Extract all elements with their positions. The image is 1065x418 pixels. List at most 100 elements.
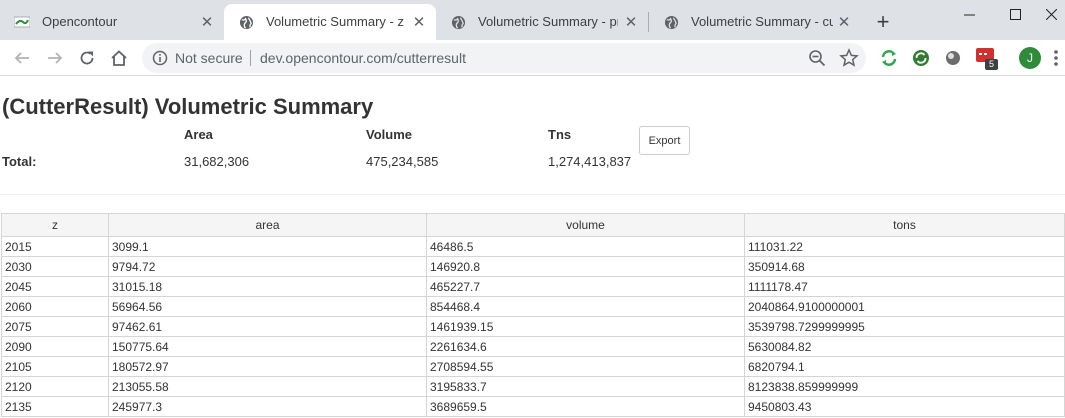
cell-tons: 9450803.43 (744, 396, 1065, 417)
cell-area: 9794.72 (108, 256, 427, 277)
reload-icon (80, 51, 94, 65)
refresh-extension-icon[interactable] (912, 49, 930, 67)
bookmark-star-icon[interactable] (839, 48, 859, 68)
table-row: 2030 9794.72 146920.8 350914.68 (1, 256, 1065, 277)
table-row: 2075 97462.61 1461939.15 3539798.7299999995 (1, 316, 1065, 337)
opencontour-logo-icon (14, 14, 30, 30)
back-button[interactable] (10, 46, 34, 70)
home-icon (111, 50, 127, 66)
cell-tons: 8123838.859999999 (744, 376, 1065, 397)
summary-total-area: 31,682,306 (184, 154, 250, 169)
globe-icon (663, 14, 679, 30)
summary-header-tns: Tns (548, 127, 572, 142)
cell-z: 2030 (1, 256, 109, 277)
cell-area: 245977.3 (108, 396, 427, 417)
reload-button[interactable] (75, 46, 99, 70)
table-row: 2045 31015.18 465227.7 1111178.47 (1, 276, 1065, 297)
cell-volume: 3689659.5 (426, 396, 745, 417)
cell-volume: 465227.7 (426, 276, 745, 297)
export-button[interactable]: Export (639, 126, 690, 155)
tab-title: Volumetric Summary - pn (478, 14, 618, 29)
extension-with-badge[interactable]: 5 (976, 47, 998, 70)
summary-total-tns: 1,274,413,837 (548, 154, 632, 169)
cell-volume: 46486.5 (426, 236, 745, 257)
back-arrow-icon (14, 52, 29, 64)
zoom-out-icon[interactable] (808, 49, 826, 67)
summary-total-label: Total: (2, 154, 37, 169)
cell-area: 3099.1 (108, 236, 427, 257)
cell-tons: 6820794.1 (744, 356, 1065, 377)
circle-extension-icon[interactable] (944, 49, 962, 67)
cell-z: 2105 (1, 356, 109, 377)
cell-volume: 3195833.7 (426, 376, 745, 397)
cell-tons: 2040864.9100000001 (744, 296, 1065, 317)
globe-icon (450, 14, 466, 30)
profile-avatar[interactable]: J (1019, 47, 1041, 69)
new-tab-button[interactable]: + (872, 9, 894, 34)
sync-extension-icon[interactable] (880, 49, 898, 67)
tab-volumetric-summary-pn[interactable]: Volumetric Summary - pn ✕ (436, 4, 648, 40)
close-icon[interactable]: ✕ (622, 13, 640, 31)
cell-volume: 854468.4 (426, 296, 745, 317)
menu-kebab-icon[interactable] (1050, 48, 1062, 68)
tab-opencontour[interactable]: Opencontour ✕ (0, 4, 222, 40)
browser-toolbar: Not secure dev.opencontour.com/cutterres… (0, 40, 1065, 76)
minimize-icon (963, 14, 975, 15)
tab-volumetric-summary-z[interactable]: Volumetric Summary - z ✕ (224, 4, 436, 40)
maximize-button[interactable] (992, 0, 1038, 28)
summary-total-volume: 475,234,585 (366, 154, 439, 169)
cell-volume: 2261634.6 (426, 336, 745, 357)
forward-arrow-icon (48, 52, 63, 64)
table-header-row: z area volume tons (1, 213, 1065, 237)
cell-tons: 111031.22 (744, 236, 1065, 257)
address-bar[interactable]: Not secure dev.opencontour.com/cutterres… (142, 43, 866, 73)
cell-z: 2075 (1, 316, 109, 337)
section-divider (0, 194, 1065, 195)
cell-volume: 146920.8 (426, 256, 745, 277)
forward-button[interactable] (43, 46, 67, 70)
close-icon[interactable]: ✕ (198, 13, 216, 31)
cell-z: 2060 (1, 296, 109, 317)
column-header-area[interactable]: area (108, 213, 427, 237)
table-row: 2060 56964.56 854468.4 2040864.9100000001 (1, 296, 1065, 317)
tab-volumetric-summary-cut[interactable]: Volumetric Summary - cut_f ✕ (649, 4, 861, 40)
results-table: z area volume tons 2015 3099.1 46486.5 1110… (1, 213, 1065, 417)
security-label[interactable]: Not secure (175, 50, 243, 66)
close-icon (1046, 8, 1057, 20)
cell-z: 2015 (1, 236, 109, 257)
url-text[interactable]: dev.opencontour.com/cutterresult (260, 50, 466, 66)
close-icon[interactable]: ✕ (410, 13, 428, 31)
cell-volume: 1461939.15 (426, 316, 745, 337)
cell-volume: 2708594.55 (426, 356, 745, 377)
tab-title: Volumetric Summary - z (266, 14, 404, 29)
cell-tons: 350914.68 (744, 256, 1065, 277)
cell-tons: 1111178.47 (744, 276, 1065, 297)
omnibox-divider (250, 50, 251, 66)
table-row: 2135 245977.3 3689659.5 9450803.43 (1, 396, 1065, 417)
cell-z: 2135 (1, 396, 109, 417)
column-header-volume[interactable]: volume (426, 213, 745, 237)
cell-area: 150775.64 (108, 336, 427, 357)
extension-badge: 5 (985, 59, 998, 70)
cell-area: 56964.56 (108, 296, 427, 317)
home-button[interactable] (107, 46, 131, 70)
cell-area: 213055.58 (108, 376, 427, 397)
maximize-icon (1009, 8, 1021, 20)
window-close-button[interactable] (1038, 0, 1065, 28)
column-header-tons[interactable]: tons (744, 213, 1065, 237)
cell-area: 31015.18 (108, 276, 427, 297)
table-row: 2105 180572.97 2708594.55 6820794.1 (1, 356, 1065, 377)
info-icon[interactable] (152, 50, 168, 66)
tab-title: Volumetric Summary - cut_f (691, 14, 833, 29)
cell-area: 180572.97 (108, 356, 427, 377)
cell-area: 97462.61 (108, 316, 427, 337)
column-header-z[interactable]: z (1, 213, 109, 237)
minimize-button[interactable] (946, 0, 992, 28)
summary-header-area: Area (184, 127, 213, 142)
table-row: 2120 213055.58 3195833.7 8123838.859999999 (1, 376, 1065, 397)
tab-strip: Opencontour ✕ Volumetric Summary - z ✕ V… (0, 0, 1065, 40)
cell-z: 2045 (1, 276, 109, 297)
cell-tons: 3539798.7299999995 (744, 316, 1065, 337)
summary-header-volume: Volume (366, 127, 412, 142)
close-icon[interactable]: ✕ (835, 13, 853, 31)
